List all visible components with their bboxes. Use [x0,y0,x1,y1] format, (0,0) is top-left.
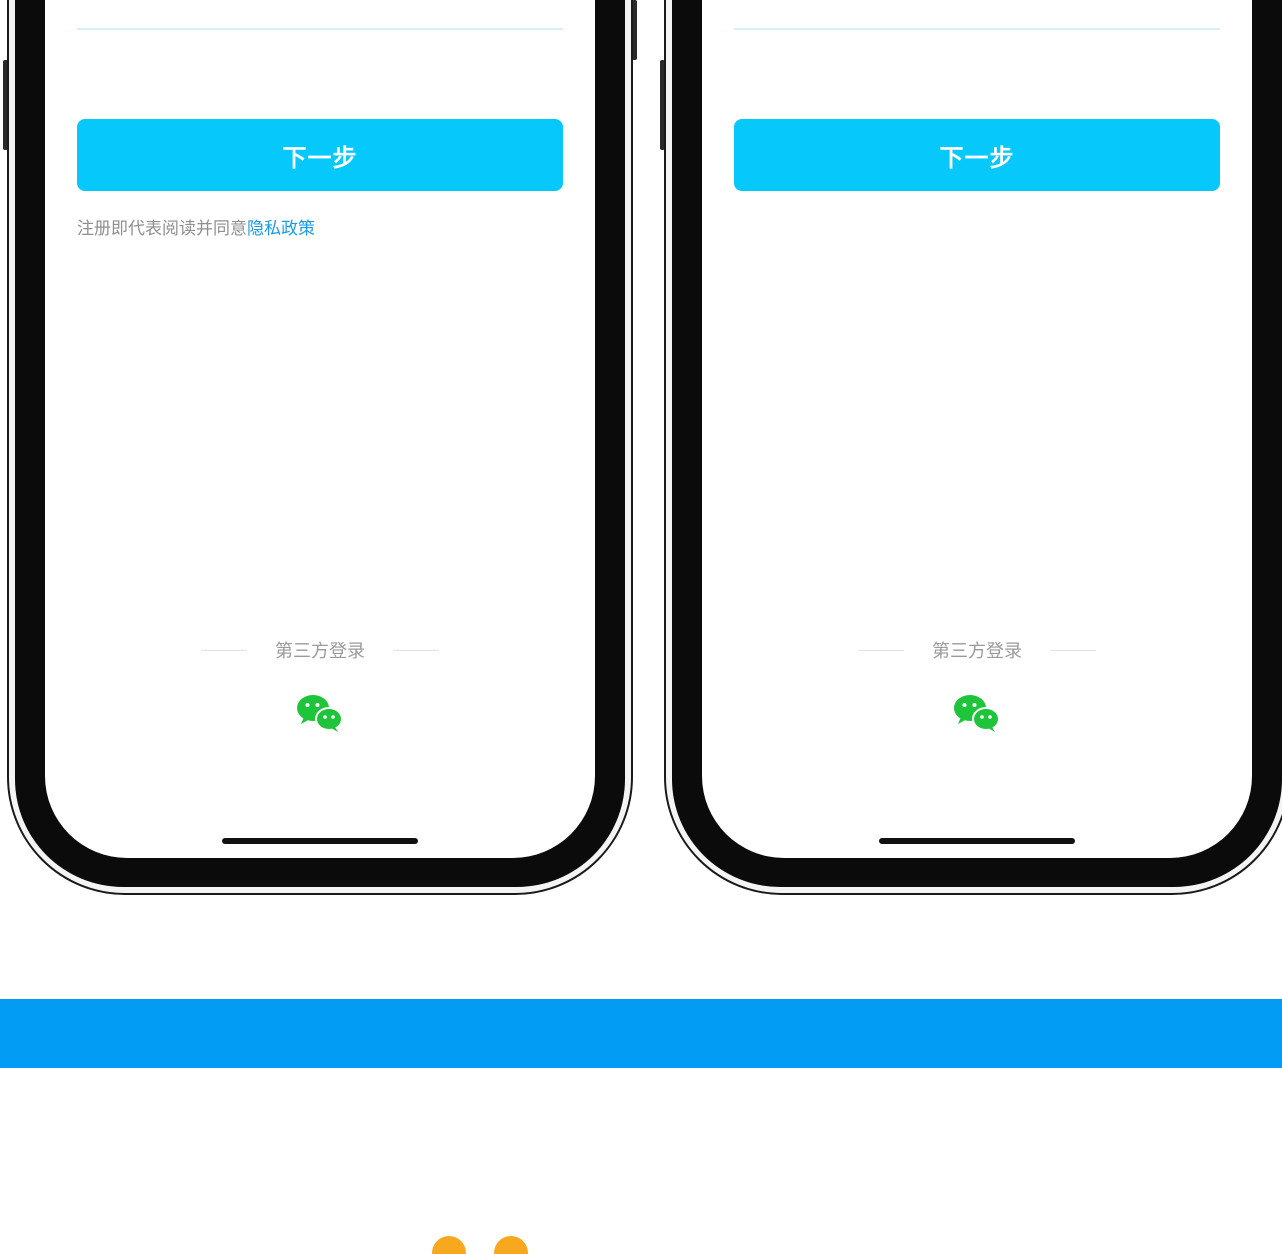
third-party-login-divider: 第三方登录 [702,637,1252,663]
divider-line-left [201,649,247,651]
divider-line-left [858,649,904,651]
next-step-button[interactable]: 下一步 [734,119,1220,191]
wechat-icon[interactable] [953,693,1001,733]
third-party-login-label: 第三方登录 [932,641,1022,662]
agreement-notice: 注册即代表阅读并同意隐私政策 [77,214,315,239]
divider-line-right [1050,649,1096,651]
input-underline[interactable] [734,28,1220,30]
third-party-login-divider: 第三方登录 [45,637,595,663]
phone-mockup-left: 下一步 注册即代表阅读并同意隐私政策 第三方登录 [3,0,637,895]
agreement-text: 注册即代表阅读并同意 [77,219,247,239]
decorative-graphic-top [494,1236,528,1254]
section-divider-band [0,999,1282,1068]
decorative-graphic-top [432,1236,466,1254]
home-indicator[interactable] [879,838,1075,844]
divider-line-right [393,649,439,651]
privacy-policy-link[interactable]: 隐私政策 [247,219,315,239]
input-underline[interactable] [77,28,563,30]
phone-screen: 下一步 第三方登录 [702,0,1252,858]
next-step-button[interactable]: 下一步 [77,119,563,191]
phone-screen: 下一步 注册即代表阅读并同意隐私政策 第三方登录 [45,0,595,858]
wechat-icon[interactable] [296,693,344,733]
home-indicator[interactable] [222,838,418,844]
phone-mockup-right: 下一步 第三方登录 [660,0,1282,895]
third-party-login-label: 第三方登录 [275,641,365,662]
